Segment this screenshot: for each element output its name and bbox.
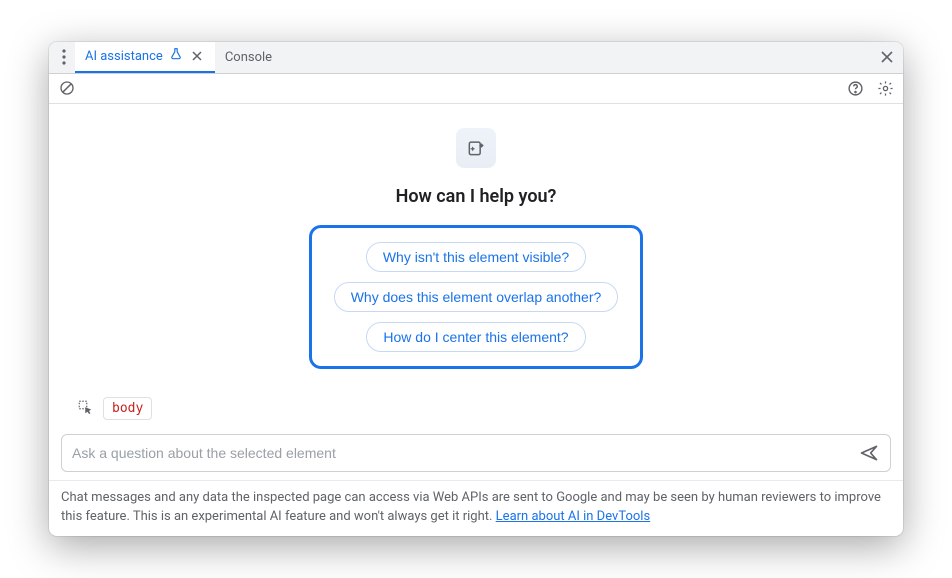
prompt-input-container xyxy=(61,434,891,472)
tab-bar: AI assistance Console xyxy=(49,42,903,74)
suggestion-chip[interactable]: Why isn't this element visible? xyxy=(366,242,586,272)
close-panel-button[interactable] xyxy=(871,42,903,74)
close-tab-button[interactable] xyxy=(189,48,205,64)
tab-label: AI assistance xyxy=(85,49,163,64)
disclaimer-text: Chat messages and any data the inspected… xyxy=(61,490,881,524)
prompt-input[interactable] xyxy=(72,445,856,461)
tab-label: Console xyxy=(225,50,272,65)
element-selector-row: body xyxy=(65,397,887,420)
suggestions-box: Why isn't this element visible? Why does… xyxy=(309,225,644,369)
selected-element-tag[interactable]: body xyxy=(103,397,152,420)
main-content: How can I help you? Why isn't this eleme… xyxy=(49,104,903,434)
send-button[interactable] xyxy=(856,440,882,466)
tab-ai-assistance[interactable]: AI assistance xyxy=(75,42,215,74)
hero-title: How can I help you? xyxy=(396,186,557,207)
suggestion-chip[interactable]: Why does this element overlap another? xyxy=(334,282,619,312)
settings-button[interactable] xyxy=(873,76,897,100)
clear-button[interactable] xyxy=(55,76,79,100)
learn-more-link[interactable]: Learn about AI in DevTools xyxy=(496,509,650,524)
tab-console[interactable]: Console xyxy=(215,42,282,74)
help-button[interactable] xyxy=(843,76,867,100)
toolbar xyxy=(49,74,903,104)
devtools-panel: AI assistance Console xyxy=(49,42,903,537)
element-picker-icon[interactable] xyxy=(77,399,95,417)
suggestion-chip[interactable]: How do I center this element? xyxy=(366,322,585,352)
flask-icon xyxy=(169,47,183,65)
more-menu-button[interactable] xyxy=(53,42,75,74)
sparkle-icon xyxy=(456,128,496,168)
disclaimer-footer: Chat messages and any data the inspected… xyxy=(49,480,903,537)
